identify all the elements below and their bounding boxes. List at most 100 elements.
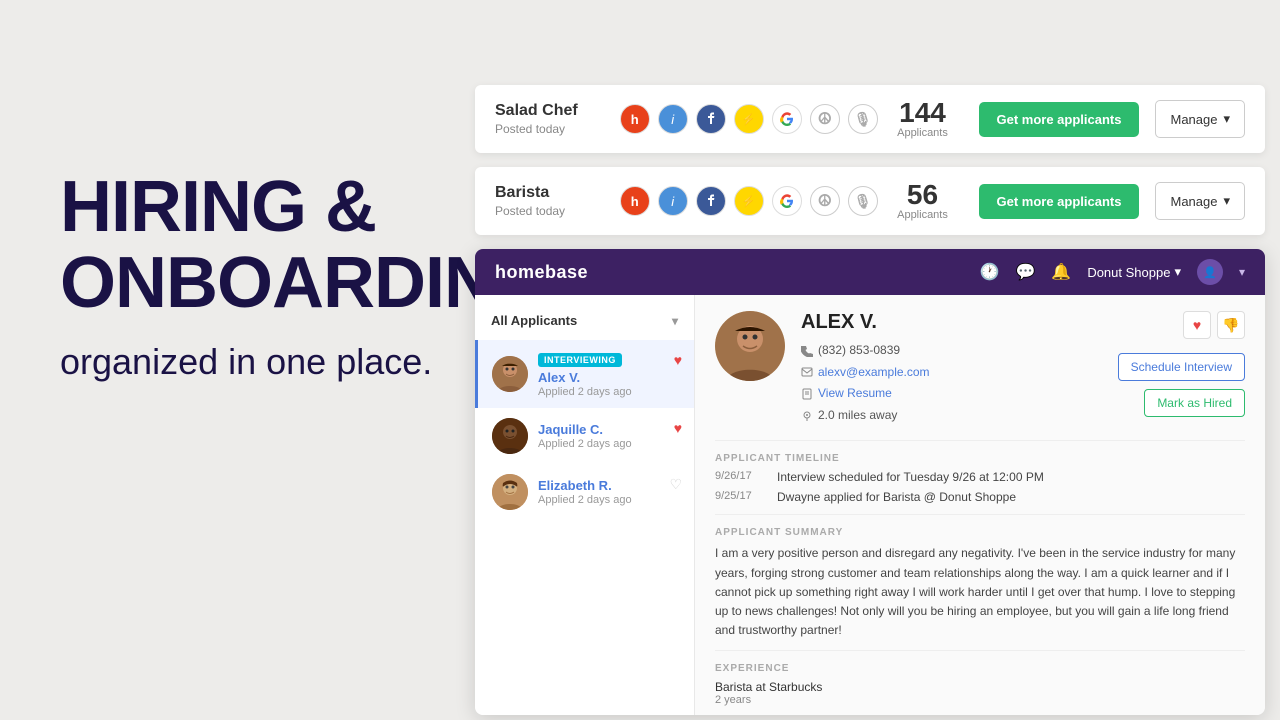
divider-2 (715, 514, 1245, 515)
app-header: homebase 🕐 💬 🔔 Donut Shoppe ▾ 👤 ▾ (475, 249, 1265, 295)
applicant-info-jaquille: Jaquille C. Applied 2 days ago (538, 422, 632, 450)
count-number-barista: 56 (883, 181, 963, 209)
detail-contact: (832) 853-0839 alexv@example.com View Re… (801, 340, 1102, 426)
chevron-down-icon-2: ▾ (1223, 193, 1230, 209)
filter-chevron-icon: ▾ (672, 314, 678, 328)
applicant-info-elizabeth: Elizabeth R. Applied 2 days ago (538, 478, 632, 506)
indeed-icon: h (620, 104, 650, 134)
indeed-icon-2: h (620, 186, 650, 216)
count-number: 144 (883, 99, 963, 127)
applicant-item-inner: INTERVIEWING Alex V. Applied 2 days ago (492, 350, 680, 398)
hero-section: HIRING & ONBOARDING organized in one pla… (60, 170, 480, 386)
timeline-item-2: 9/25/17 Dwayne applied for Barista @ Don… (715, 490, 1245, 504)
mark-hired-button[interactable]: Mark as Hired (1144, 389, 1245, 417)
applicant-item-inner-e: Elizabeth R. Applied 2 days ago (492, 474, 680, 510)
job-info: Salad Chef Posted today (495, 102, 615, 136)
phone-info: (832) 853-0839 (801, 340, 1102, 362)
facebook-icon-2 (696, 186, 726, 216)
heart-icon-jaquille: ♥ (674, 420, 682, 436)
detail-actions: ♥ 👎 Schedule Interview Mark as Hired (1118, 311, 1245, 417)
applicant-name-alex: Alex V. (538, 370, 632, 385)
applicant-time-alex: Applied 2 days ago (538, 386, 632, 398)
avatar-alex (492, 356, 528, 392)
summary-text: I am a very positive person and disregar… (715, 544, 1245, 640)
facebook-icon (696, 104, 726, 134)
divider-3 (715, 650, 1245, 651)
count-label-barista: Applicants (883, 209, 963, 221)
detail-header: ALEX V. (832) 853-0839 alexv@example.com (715, 311, 1245, 426)
hero-title: HIRING & ONBOARDING (60, 170, 480, 321)
get-applicants-button[interactable]: Get more applicants (979, 102, 1140, 137)
timeline-text-2: Dwayne applied for Barista @ Donut Shopp… (777, 490, 1016, 504)
avatar[interactable]: 👤 (1197, 259, 1223, 285)
exp-title-2: Barista at World's Greatest Coffee Haus (715, 714, 1245, 715)
manage-button-barista[interactable]: Manage ▾ (1155, 182, 1245, 220)
app-window: homebase 🕐 💬 🔔 Donut Shoppe ▾ 👤 ▾ A (475, 249, 1265, 715)
peace-icon-2: ☮ (810, 186, 840, 216)
timeline-item-1: 9/26/17 Interview scheduled for Tuesday … (715, 470, 1245, 484)
resume-link[interactable]: View Resume (818, 383, 892, 405)
interviewing-badge: INTERVIEWING (538, 353, 622, 367)
job-card-salad-chef: Salad Chef Posted today h i ⚡ ☮ 🎙 144 (475, 85, 1265, 153)
google-icon (772, 104, 802, 134)
detail-panel: ALEX V. (832) 853-0839 alexv@example.com (695, 295, 1265, 715)
zip-icon: ⚡ (734, 104, 764, 134)
hero-subtitle: organized in one place. (60, 339, 480, 386)
count-label: Applicants (883, 127, 963, 139)
clock-icon[interactable]: 🕐 (980, 262, 1000, 282)
bell-icon[interactable]: 🔔 (1051, 262, 1071, 282)
google-icon-2 (772, 186, 802, 216)
chevron-down-icon: ▾ (1223, 111, 1230, 127)
indeed-i-icon-2: i (658, 186, 688, 216)
applicant-item-inner-j: Jaquille C. Applied 2 days ago (492, 418, 680, 454)
app-body: All Applicants ▾ (475, 295, 1265, 715)
experience-section-label: EXPERIENCE (715, 663, 1245, 674)
sidebar-header[interactable]: All Applicants ▾ (475, 305, 694, 340)
applicant-item-alex[interactable]: INTERVIEWING Alex V. Applied 2 days ago … (475, 340, 694, 408)
detail-info: ALEX V. (832) 853-0839 alexv@example.com (801, 311, 1102, 426)
applicant-item-jaquille[interactable]: Jaquille C. Applied 2 days ago ♥ (475, 408, 694, 464)
indeed-i-icon: i (658, 104, 688, 134)
applicant-time-elizabeth: Applied 2 days ago (538, 494, 632, 506)
right-section: Salad Chef Posted today h i ⚡ ☮ 🎙 144 (475, 85, 1265, 715)
applicant-info-alex: INTERVIEWING Alex V. Applied 2 days ago (538, 350, 632, 398)
avatar-jaquille (492, 418, 528, 454)
get-applicants-button-barista[interactable]: Get more applicants (979, 184, 1140, 219)
heart-icon-alex: ♥ (674, 352, 682, 368)
sidebar: All Applicants ▾ (475, 295, 695, 715)
email-link[interactable]: alexv@example.com (818, 362, 930, 384)
filter-label: All Applicants (491, 313, 577, 328)
summary-section-label: APPLICANT SUMMARY (715, 527, 1245, 538)
store-selector[interactable]: Donut Shoppe ▾ (1087, 264, 1181, 280)
manage-button[interactable]: Manage ▾ (1155, 100, 1245, 138)
job-title: Salad Chef (495, 102, 615, 120)
job-card-barista: Barista Posted today h i ⚡ ☮ 🎙 56 (475, 167, 1265, 235)
applicant-count-barista: 56 Applicants (883, 181, 963, 221)
resume-info: View Resume (801, 383, 1102, 405)
timeline-section-label: APPLICANT TIMELINE (715, 453, 1245, 464)
applicant-count: 144 Applicants (883, 99, 963, 139)
like-button[interactable]: ♥ (1183, 311, 1211, 339)
app-header-right: 🕐 💬 🔔 Donut Shoppe ▾ 👤 ▾ (980, 259, 1245, 285)
exp-dur-1: 2 years (715, 694, 1245, 706)
divider-1 (715, 440, 1245, 441)
job-icons: h i ⚡ ☮ 🎙 (615, 104, 883, 134)
timeline-date-1: 9/26/17 (715, 470, 765, 484)
applicant-time-jaquille: Applied 2 days ago (538, 438, 632, 450)
dislike-button[interactable]: 👎 (1217, 311, 1245, 339)
like-row: ♥ 👎 (1183, 311, 1245, 339)
detail-avatar (715, 311, 785, 381)
peace-icon: ☮ (810, 104, 840, 134)
experience-item-1: Barista at Starbucks 2 years (715, 680, 1245, 706)
job-posted: Posted today (495, 122, 615, 136)
mic-icon: 🎙 (848, 104, 878, 134)
schedule-interview-button[interactable]: Schedule Interview (1118, 353, 1245, 381)
exp-title-1: Barista at Starbucks (715, 680, 1245, 694)
mic-icon-2: 🎙 (848, 186, 878, 216)
chevron-down-icon-avatar: ▾ (1239, 265, 1245, 279)
distance-info: 2.0 miles away (801, 405, 1102, 427)
chevron-down-icon-store: ▾ (1174, 264, 1181, 280)
chat-icon[interactable]: 💬 (1015, 262, 1035, 282)
applicant-item-elizabeth[interactable]: Elizabeth R. Applied 2 days ago ♡ (475, 464, 694, 520)
heart-icon-elizabeth: ♡ (669, 476, 682, 493)
